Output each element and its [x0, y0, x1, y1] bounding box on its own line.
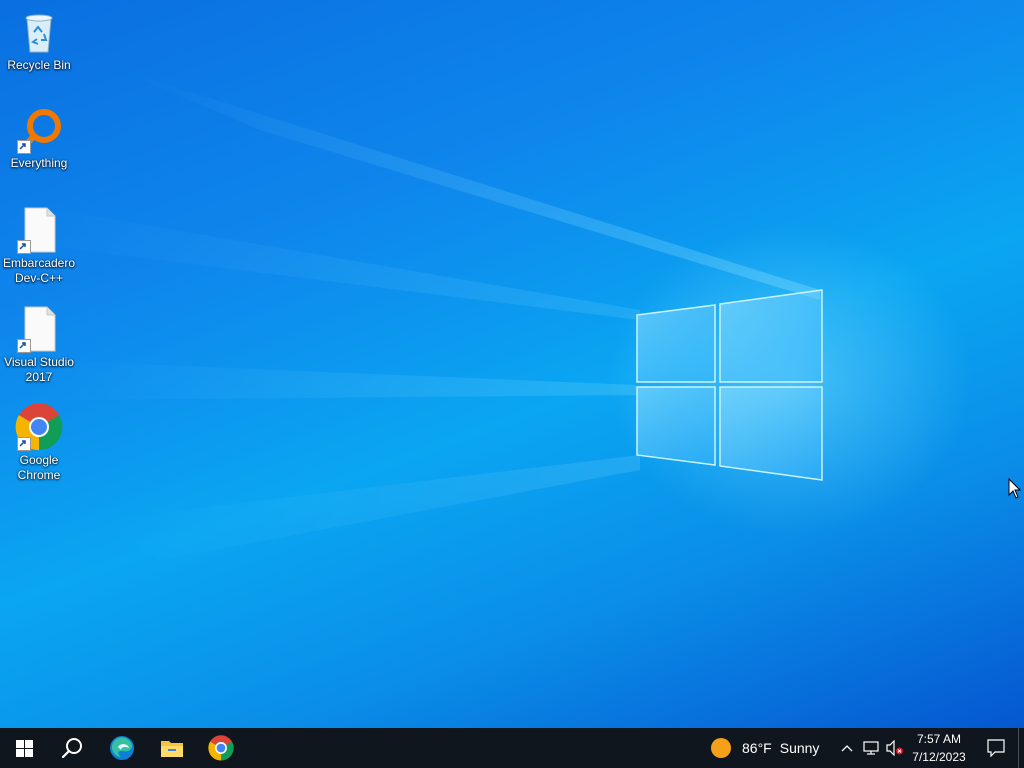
chrome-icon — [208, 735, 234, 761]
desktop-icon-dev-cpp[interactable]: Embarcadero Dev-C++ — [0, 206, 78, 286]
shortcut-arrow-icon — [17, 140, 31, 154]
desktop-icon-google-chrome[interactable]: Google Chrome — [0, 403, 78, 483]
edge-button[interactable] — [98, 728, 146, 768]
show-hidden-icons-button[interactable] — [836, 728, 858, 768]
search-icon — [61, 738, 82, 759]
clock-time: 7:57 AM — [916, 732, 962, 746]
clock-date: 7/12/2023 — [912, 750, 966, 764]
shortcut-arrow-icon — [17, 339, 31, 353]
mouse-cursor-icon — [1008, 478, 1022, 499]
shortcut-arrow-icon — [17, 240, 31, 254]
chrome-button[interactable] — [196, 728, 246, 768]
everything-search-icon — [15, 106, 63, 154]
weather-temperature: 86°F — [742, 740, 772, 756]
network-button[interactable] — [860, 728, 882, 768]
sun-icon — [711, 738, 731, 758]
desktop-icon-label: Recycle Bin — [7, 58, 71, 72]
chrome-icon — [15, 403, 63, 451]
blank-file-icon — [15, 206, 63, 254]
desktop[interactable]: Recycle Bin Everything Embarcadero Dev-C… — [0, 0, 1024, 728]
show-desktop-button[interactable] — [1018, 728, 1024, 768]
search-button[interactable] — [48, 728, 96, 768]
desktop-icon-label: Visual Studio 2017 — [4, 355, 74, 384]
windows-start-icon — [15, 739, 33, 757]
start-button[interactable] — [0, 728, 48, 768]
edge-icon — [110, 736, 134, 760]
desktop-icon-label: Everything — [10, 156, 68, 170]
chevron-up-icon — [841, 745, 853, 752]
action-center-button[interactable] — [976, 728, 1016, 768]
wallpaper-light-beams — [0, 70, 820, 560]
desktop-icon-label: Google Chrome — [17, 453, 61, 482]
folder-icon — [161, 741, 183, 757]
file-explorer-button[interactable] — [147, 728, 197, 768]
clock[interactable]: 7:57 AM 7/12/2023 — [906, 728, 972, 768]
recycle-bin-icon — [15, 8, 63, 56]
network-icon — [863, 741, 879, 755]
shortcut-arrow-icon — [17, 437, 31, 451]
desktop-icon-label: Embarcadero Dev-C++ — [2, 256, 76, 285]
weather-condition: Sunny — [779, 740, 820, 756]
volume-muted-icon — [886, 740, 903, 756]
taskbar: 86°F Sunny 7:57 AM 7/12/2023 — [0, 728, 1024, 768]
action-center-icon — [987, 739, 1005, 757]
desktop-icon-visual-studio[interactable]: Visual Studio 2017 — [0, 305, 78, 385]
blank-file-icon — [15, 305, 63, 353]
desktop-icon-recycle-bin[interactable]: Recycle Bin — [0, 8, 78, 73]
weather-widget[interactable]: 86°F Sunny — [704, 728, 824, 768]
desktop-icon-everything[interactable]: Everything — [0, 106, 78, 171]
volume-button[interactable] — [884, 728, 906, 768]
windows-logo-wallpaper — [636, 289, 823, 481]
